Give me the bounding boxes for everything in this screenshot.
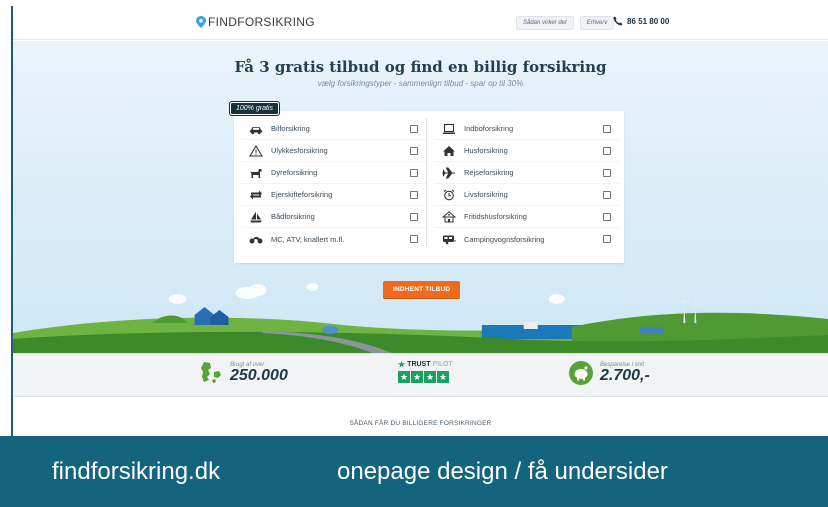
insurance-option[interactable]: Indboforsikring [434, 118, 619, 140]
insurance-checkbox[interactable] [603, 212, 611, 221]
insurance-option-label: Ulykkesforsikring [271, 146, 328, 155]
insurance-checkbox[interactable] [603, 235, 611, 243]
nav-link-business[interactable]: Erhverv [579, 16, 615, 30]
swap-arrows-icon [241, 189, 271, 201]
warning-icon [241, 144, 271, 157]
piggy-bank-icon [569, 361, 593, 385]
house-icon [434, 145, 464, 157]
nav-link-how-it-works[interactable]: Sådan virker det [516, 16, 574, 30]
insurance-option-label: Rejseforsikring [464, 168, 514, 177]
phone-label: 86 51 80 00 [627, 16, 670, 26]
insurance-option-label: Bilforsikring [271, 124, 310, 133]
hero-title: Få 3 gratis tilbud og find en billig for… [234, 58, 607, 76]
stat-users-value: 250.000 [230, 367, 288, 384]
cabin-icon [434, 210, 464, 223]
airplane-icon [434, 167, 464, 179]
insurance-option-label: Campingvognsforsikring [464, 234, 545, 244]
caption-description: onepage design / få undersider [337, 458, 668, 485]
alarm-clock-icon [434, 189, 464, 201]
insurance-option[interactable]: Husforsikring [434, 140, 619, 162]
insurance-option[interactable]: Bådforsikring [241, 206, 426, 228]
caption-site-name: findforsikring.dk [52, 458, 221, 485]
star-icon: ★ [437, 371, 449, 383]
insurance-selector-panel: Bilforsikring Ulykkesforsikring Dyrefors… [234, 111, 624, 263]
free-badge: 100% gratis [230, 102, 279, 115]
insurance-option-label: Bådforsikring [271, 212, 315, 221]
phone-number[interactable]: 86 51 80 00 [613, 16, 669, 26]
trustpilot-star-icon: ★ [398, 360, 406, 369]
caravan-icon [434, 233, 464, 245]
insurance-option-label: Dyreforsikring [271, 168, 318, 177]
insurance-option-label: Livsforsikring [464, 190, 508, 199]
insurance-checkbox[interactable] [410, 190, 418, 199]
insurance-option-label: Indboforsikring [464, 124, 514, 133]
logo-text: FINDFORSIKRING [208, 15, 315, 29]
trustpilot-rating[interactable]: ★ TRUST PILOT ★ ★ ★ ★ [398, 360, 453, 383]
insurance-checkbox[interactable] [410, 212, 418, 221]
dog-icon [241, 167, 271, 179]
motorcycle-icon [241, 233, 271, 245]
denmark-map-icon [201, 362, 221, 383]
landscape-illustration [13, 283, 828, 353]
insurance-column-left: Bilforsikring Ulykkesforsikring Dyrefors… [241, 118, 426, 250]
trustpilot-logo: ★ TRUST PILOT [398, 360, 453, 369]
insurance-option[interactable]: Rejseforsikring [434, 162, 619, 184]
insurance-checkbox[interactable] [603, 190, 611, 199]
car-icon [241, 123, 271, 135]
phone-icon [613, 16, 623, 26]
insurance-checkbox[interactable] [603, 146, 611, 155]
site-logo[interactable]: FINDFORSIKRING [196, 15, 315, 29]
stat-users: Brugt af over 250.000 [198, 360, 288, 386]
insurance-option-label: Fritidshusforsikring [464, 212, 527, 221]
insurance-option[interactable]: Bilforsikring [241, 118, 426, 140]
trustpilot-word-pilot: PILOT [432, 361, 453, 368]
insurance-option[interactable]: Campingvognsforsikring [434, 228, 619, 250]
location-pin-icon [196, 16, 206, 28]
insurance-checkbox[interactable] [410, 235, 418, 243]
rating-stars: ★ ★ ★ ★ [398, 371, 453, 383]
sailboat-icon [241, 211, 271, 223]
insurance-option[interactable]: Ejerskifteforsikring [241, 184, 426, 206]
website-frame: FINDFORSIKRING Sådan virker det Erhverv … [11, 6, 828, 507]
insurance-option[interactable]: Dyreforsikring [241, 162, 426, 184]
star-icon: ★ [424, 371, 436, 383]
insurance-checkbox[interactable] [410, 124, 418, 133]
top-navigation: FINDFORSIKRING Sådan virker det Erhverv … [13, 6, 828, 40]
hero-section: Få 3 gratis tilbud og find en billig for… [13, 41, 828, 353]
caption-banner: findforsikring.dk onepage design / få un… [0, 436, 828, 507]
star-icon: ★ [398, 371, 410, 383]
insurance-option-label: Husforsikring [464, 146, 508, 155]
insurance-checkbox[interactable] [410, 146, 418, 155]
nav-links: Sådan virker det Erhverv [516, 16, 615, 30]
insurance-option[interactable]: MC, ATV, knallert m.fl. [241, 228, 426, 250]
insurance-option-label: Ejerskifteforsikring [271, 190, 333, 199]
hero-subtitle: vælg forsikringstyper - sammenlign tilbu… [317, 79, 524, 88]
laptop-icon [434, 123, 464, 135]
how-it-works-heading: SÅDAN FÅR DU BILLIGERE FORSIKRINGER [349, 420, 492, 427]
insurance-checkbox[interactable] [603, 124, 611, 133]
insurance-column-right: Indboforsikring Husforsikring Rejseforsi… [426, 118, 619, 250]
stat-savings-value: 2.700,- [600, 367, 650, 384]
insurance-option-label: MC, ATV, knallert m.fl. [271, 234, 345, 244]
trustpilot-word-trust: TRUST [407, 361, 431, 368]
stats-bar: Brugt af over 250.000 ★ TRUST PILOT ★ ★ ★… [13, 353, 828, 397]
insurance-option[interactable]: Fritidshusforsikring [434, 206, 619, 228]
insurance-option[interactable]: Ulykkesforsikring [241, 140, 426, 162]
insurance-option[interactable]: Livsforsikring [434, 184, 619, 206]
stat-savings: Besparelse i snit 2.700,- [568, 360, 650, 386]
star-icon: ★ [411, 371, 423, 383]
insurance-checkbox[interactable] [603, 168, 611, 177]
insurance-checkbox[interactable] [410, 168, 418, 177]
